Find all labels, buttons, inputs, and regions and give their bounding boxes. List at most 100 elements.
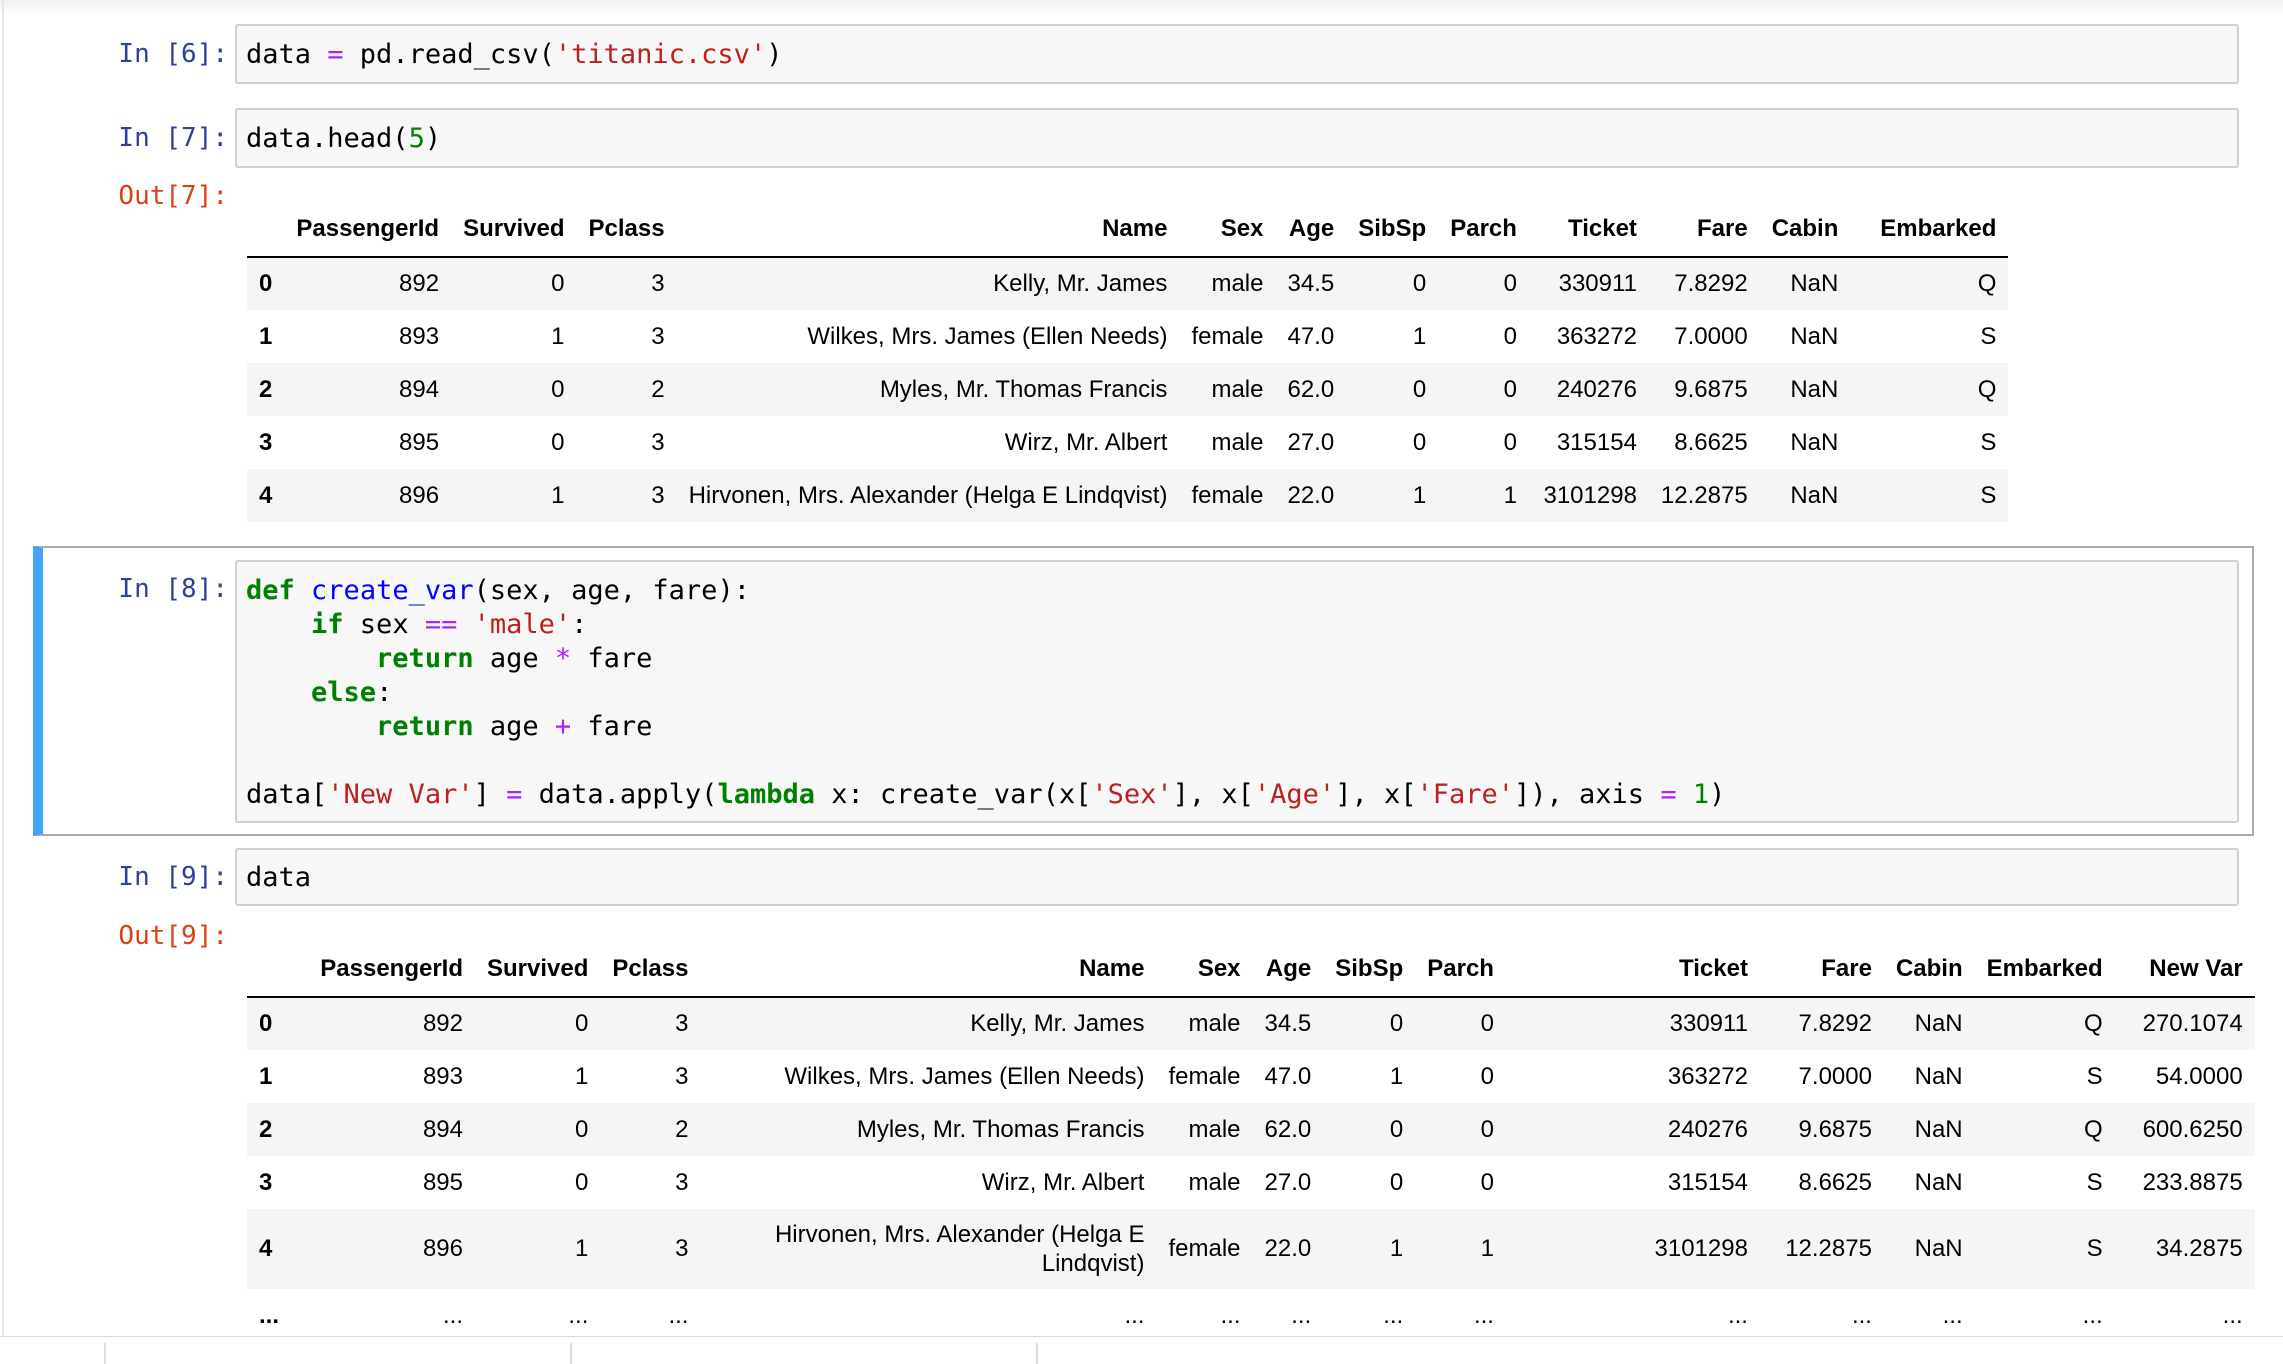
table-cell: ... (1291, 1301, 1312, 1329)
table-cell: 0 (575, 1010, 589, 1037)
table-cell: 0 (1389, 1168, 1404, 1196)
table-cell: 8.6625 (1798, 1168, 1872, 1196)
table-cell: 892 (422, 1010, 463, 1037)
row-index: 0 (259, 1010, 273, 1037)
table-cell: ... (1851, 1301, 1872, 1329)
column-header: Age (1252, 942, 1324, 998)
cell-7-input[interactable]: data.head(5) (235, 108, 2239, 168)
table-cell: 233.8875 (2142, 1168, 2243, 1196)
row-index: 4 (259, 1235, 273, 1262)
table-cell: ... (1473, 1301, 1494, 1329)
table-cell: 3 (651, 428, 665, 456)
table-row: 0 892 0 3 Kelly, Mr. James male 34.5 0 0 330911 7.… (247, 997, 2255, 1050)
table-cell: 47.0 (1264, 1062, 1312, 1090)
cell-8-input[interactable]: def create_var(sex, age, fare): if sex =… (235, 560, 2239, 823)
table-cell: 22.0 (1264, 1235, 1312, 1262)
table-cell: 3 (675, 1062, 689, 1090)
table-cell: NaN (1790, 270, 1839, 297)
cell-8-in-prompt: In [8]: (118, 574, 228, 604)
table-cell: 330911 (1558, 270, 1637, 297)
column-header (247, 942, 307, 998)
table-cell: Wilkes, Mrs. James (Ellen Needs) (807, 322, 1168, 350)
table-cell: 0 (1480, 1115, 1494, 1143)
row-index: ... (259, 1301, 280, 1329)
table-cell: 2 (675, 1115, 689, 1143)
table-cell: 3 (675, 1010, 689, 1037)
table-cell: 7.0000 (1674, 322, 1748, 350)
table-cell: 1 (1412, 481, 1427, 509)
cell-7-out-prompt: Out[7]: (118, 181, 228, 211)
cell-9-input[interactable]: data (235, 848, 2239, 906)
table-cell: 893 (399, 322, 440, 350)
table-cell: ... (2082, 1301, 2103, 1329)
table-cell: S (2086, 1235, 2103, 1262)
column-header: Parch (1415, 942, 1506, 998)
table-cell: 1 (551, 481, 565, 509)
cell-9-out-prompt: Out[9]: (118, 921, 228, 951)
table-cell: 7.0000 (1798, 1062, 1872, 1090)
status-divider (1036, 1343, 1038, 1364)
cell-9-code[interactable]: data (237, 861, 2237, 895)
table-cell: 0 (551, 375, 565, 403)
table-cell: 2 (651, 375, 665, 403)
table-cell: female (1168, 1235, 1241, 1262)
table-cell: Kelly, Mr. James (993, 270, 1168, 297)
dataframe-output-9: PassengerId Survived Pclass Name Sex Age SibSp… (247, 942, 2255, 1336)
table-cell: ... (1942, 1301, 1963, 1329)
column-header: Pclass (600, 942, 701, 998)
table-cell: 0 (575, 1168, 589, 1196)
column-header: Cabin (1759, 202, 1851, 258)
table-cell: 240276 (1556, 375, 1637, 403)
table-row: 2 894 0 2 Myles, Mr. Thomas Francis male 62.0 0… (247, 363, 2009, 416)
table-cell: 7.8292 (1674, 270, 1748, 297)
table-cell: Wirz, Mr. Albert (981, 1168, 1145, 1196)
table-cell: 896 (422, 1235, 463, 1262)
table-cell: 1 (551, 322, 565, 350)
table-cell: 0 (1389, 1010, 1404, 1037)
table-cell: 315154 (1556, 428, 1637, 456)
table-cell: male (1211, 428, 1264, 456)
cell-6-input[interactable]: data = pd.read_csv('titanic.csv') (235, 24, 2239, 84)
table-cell: 0 (1480, 1062, 1494, 1090)
cell-7-code[interactable]: data.head(5) (237, 122, 2237, 156)
table-cell: male (1188, 1010, 1241, 1037)
column-header (247, 202, 285, 258)
table-cell: 9.6875 (1798, 1115, 1872, 1143)
table-cell: male (1188, 1115, 1241, 1143)
column-header: SibSp (1323, 942, 1416, 998)
table-cell: 3 (651, 481, 665, 509)
table-cell: 270.1074 (2142, 1010, 2243, 1037)
column-header: PassengerId (307, 942, 475, 998)
row-index: 4 (259, 481, 273, 509)
table-cell: Kelly, Mr. James (970, 1010, 1145, 1037)
column-header: Ticket (1505, 942, 1760, 998)
table-header-row: PassengerId Survived Pclass Name Sex Age SibSp… (247, 202, 2009, 258)
table-cell: 22.0 (1287, 481, 1335, 509)
table-cell: 0 (1389, 1115, 1404, 1143)
table-cell: S (1980, 428, 1997, 456)
table-cell: NaN (1914, 1115, 1963, 1143)
table-cell: 240276 (1667, 1115, 1748, 1143)
table-cell: Wilkes, Mrs. James (Ellen Needs) (784, 1062, 1145, 1090)
column-header: Name (700, 942, 1157, 998)
column-header: Cabin (1883, 942, 1975, 998)
table-cell: male (1211, 375, 1264, 403)
table-cell: ... (568, 1301, 589, 1329)
table-cell: 3 (675, 1235, 689, 1262)
table-cell: Hirvonen, Mrs. Alexander (Helga E Lindqv… (774, 1221, 1145, 1277)
table-cell: 34.5 (1264, 1010, 1312, 1037)
table-cell: 1 (1389, 1062, 1404, 1090)
cell-8-code[interactable]: def create_var(sex, age, fare): if sex =… (237, 574, 2237, 812)
table-cell: 893 (422, 1062, 463, 1090)
table-cell: NaN (1790, 375, 1839, 403)
table-cell: NaN (1914, 1168, 1963, 1196)
table-cell: 600.6250 (2142, 1115, 2243, 1143)
table-cell: NaN (1790, 481, 1839, 509)
cell-6-code[interactable]: data = pd.read_csv('titanic.csv') (237, 38, 2237, 72)
table-cell: 0 (575, 1115, 589, 1143)
table-cell: 330911 (1669, 1010, 1748, 1037)
table-cell: NaN (1914, 1062, 1963, 1090)
column-header: Ticket (1528, 202, 1649, 258)
table-row: ........................................… (247, 1289, 2255, 1336)
table-cell: S (1980, 481, 1997, 509)
